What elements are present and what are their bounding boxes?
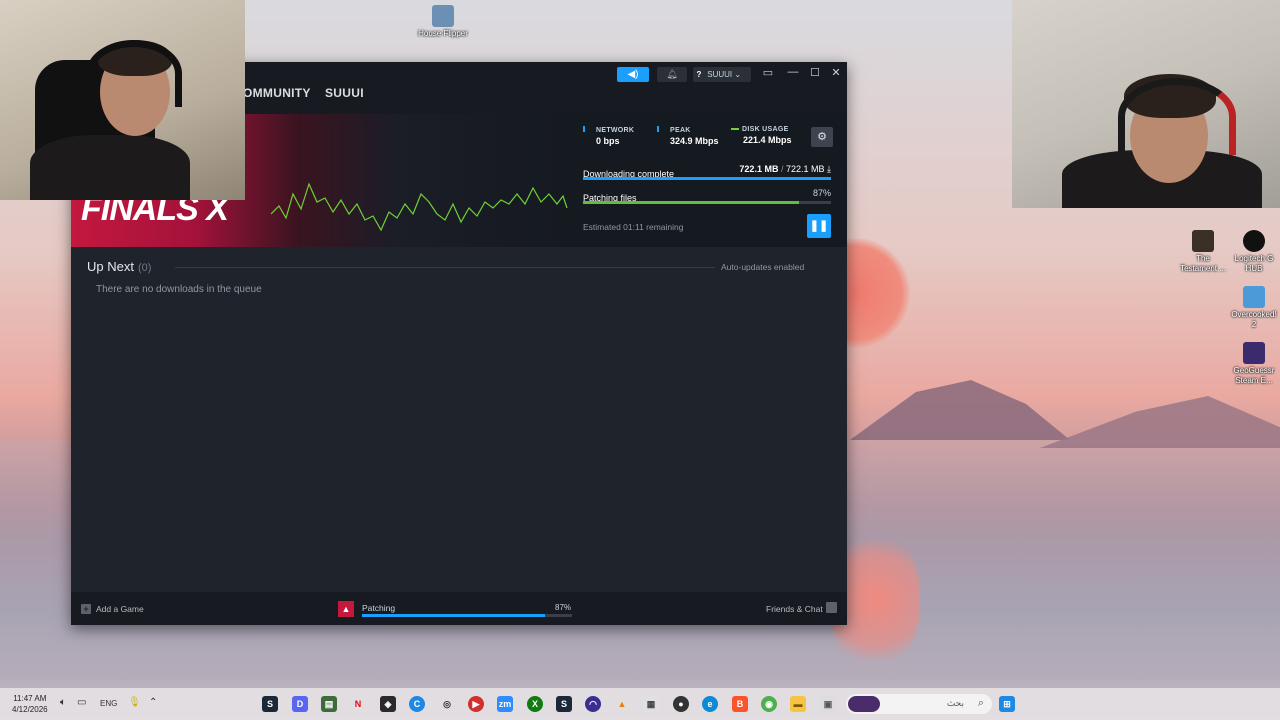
estimated-time: Estimated 01:11 remaining	[583, 222, 684, 232]
brave-taskbar-icon[interactable]: B	[732, 696, 748, 712]
microphone-icon[interactable]: 🎙︎	[128, 697, 141, 708]
desktop-icon-overcooked-2[interactable]: Overcooked! 2	[1228, 286, 1280, 330]
wallpaper-mountain	[1040, 396, 1280, 448]
store-taskbar-icon[interactable]: ▦	[643, 696, 659, 712]
patch-progress-fill	[583, 201, 799, 204]
close-button[interactable]: ✕	[827, 66, 845, 79]
taskbar-search[interactable]: بحث ⌕	[846, 694, 992, 714]
account-name: SUUUI ⌄	[707, 70, 742, 79]
disk-line-icon	[731, 128, 739, 131]
vlc-taskbar-icon[interactable]: ▲	[614, 696, 630, 712]
volume-icon[interactable]: 🔈︎	[60, 697, 66, 708]
friends-chat-button[interactable]: Friends & Chat	[766, 604, 823, 614]
search-placeholder: بحث	[946, 698, 964, 708]
person-body	[30, 135, 190, 200]
steam-footer: + Add a Game ▲ Patching 87% Friends & Cha…	[71, 592, 847, 625]
network-icon[interactable]: ▭	[77, 697, 86, 708]
friends-icon[interactable]	[826, 602, 837, 613]
file-explorer-taskbar-icon[interactable]: ▬	[790, 696, 806, 712]
language-indicator[interactable]: ENG	[100, 699, 117, 708]
download-settings-button[interactable]: ⚙	[811, 127, 833, 147]
search-highlight-image	[848, 696, 880, 712]
taskbar: 11:47 AM 4/12/2026 🔈︎ ▭ ENG 🎙︎ ⌃ S D ▤ N …	[0, 688, 1280, 720]
bandwidth-graph	[271, 182, 568, 232]
netflix-taskbar-icon[interactable]: N	[350, 696, 366, 712]
add-game-button[interactable]: + Add a Game	[81, 604, 144, 614]
app-active-taskbar-icon[interactable]: ●	[673, 696, 689, 712]
xbox-taskbar-icon[interactable]: X	[527, 696, 543, 712]
empty-queue-message: There are no downloads in the queue	[96, 284, 262, 295]
task-view-taskbar-icon[interactable]: ▣	[820, 696, 836, 712]
desktop-icon-logitech-ghub[interactable]: Logitech G HUB	[1228, 230, 1280, 274]
download-progress-fill	[583, 177, 831, 180]
house-flipper-icon	[432, 5, 454, 27]
geoguessr-icon	[1243, 342, 1265, 364]
pause-button[interactable]: ❚❚	[807, 214, 831, 238]
search-icon: ⌕	[977, 697, 984, 709]
nav-community[interactable]: OMMUNITY	[243, 86, 311, 100]
steam-taskbar-icon[interactable]: S	[262, 696, 278, 712]
download-size: 722.1 MB / 722.1 MB ⤓	[739, 164, 831, 174]
steam-taskbar-icon-2[interactable]: S	[556, 696, 572, 712]
chrome-taskbar-icon[interactable]: ◉	[761, 696, 777, 712]
megaphone-icon: ◀)	[627, 69, 639, 80]
c-app-taskbar-icon[interactable]: C	[409, 696, 425, 712]
game-thumbnail-icon[interactable]: ▲	[338, 601, 354, 617]
logitech-ghub-icon	[1243, 230, 1265, 252]
windows-start-icon[interactable]: ⊞	[999, 696, 1015, 712]
headset	[86, 40, 182, 107]
player-taskbar-icon[interactable]: ▶	[468, 696, 484, 712]
big-picture-icon[interactable]: ▭	[759, 66, 777, 79]
footer-download-status[interactable]: Patching	[362, 603, 395, 613]
network-bars-icon	[583, 126, 593, 132]
obs-taskbar-icon[interactable]: ◎	[439, 696, 455, 712]
desktop-icon-house-flipper[interactable]: House Flipper	[417, 5, 469, 39]
app-taskbar-icon[interactable]: ▤	[321, 696, 337, 712]
maximize-button[interactable]: ☐	[806, 66, 824, 79]
minimize-button[interactable]: —	[784, 66, 802, 78]
webcam-feed-right	[1012, 0, 1280, 208]
stat-disk-usage: DISK USAGE 221.4 Mbps	[731, 126, 821, 145]
overcooked-icon	[1243, 286, 1265, 308]
download-progress-bar	[583, 177, 831, 180]
show-hidden-icons-chevron[interactable]: ⌃	[149, 697, 157, 708]
edge-taskbar-icon[interactable]: e	[702, 696, 718, 712]
desktop-icon-the-testament[interactable]: The Testament ...	[1177, 230, 1229, 274]
divider	[175, 267, 715, 268]
davinci-taskbar-icon[interactable]: ◈	[380, 696, 396, 712]
discord-taskbar-icon[interactable]: D	[292, 696, 308, 712]
wallpaper-mountain	[850, 380, 1070, 440]
auto-updates-status[interactable]: Auto-updates enabled	[721, 262, 804, 272]
footer-download-percent: 87%	[555, 603, 572, 612]
help-icon: ?	[696, 70, 702, 79]
up-next-heading: Up Next (0)	[87, 259, 152, 274]
footer-progress-bar	[362, 614, 572, 617]
gear-icon: ⚙	[817, 131, 827, 143]
plus-icon: +	[81, 604, 91, 614]
zoom-taskbar-icon[interactable]: zm	[497, 696, 513, 712]
notifications-button[interactable]: 🔔︎	[657, 67, 687, 82]
headset-app-taskbar-icon[interactable]: ◠	[585, 696, 601, 712]
the-testament-icon	[1192, 230, 1214, 252]
download-icon: ⤓	[827, 164, 831, 174]
clock[interactable]: 11:47 AM 4/12/2026	[12, 693, 48, 715]
headset	[1118, 78, 1236, 155]
peak-bars-icon	[657, 126, 667, 132]
bell-icon: 🔔︎	[666, 69, 678, 79]
patch-progress-bar	[583, 201, 831, 204]
announcements-button[interactable]: ◀)	[617, 67, 649, 82]
account-menu-button[interactable]: ? SUUUI ⌄	[693, 67, 751, 82]
pause-icon: ❚❚	[809, 220, 829, 232]
footer-progress-fill	[362, 614, 545, 617]
nav-user[interactable]: SUUUI	[325, 86, 364, 100]
webcam-feed-left	[0, 0, 245, 200]
desktop-icon-geoguessr[interactable]: GeoGuessr Steam E...	[1228, 342, 1280, 386]
